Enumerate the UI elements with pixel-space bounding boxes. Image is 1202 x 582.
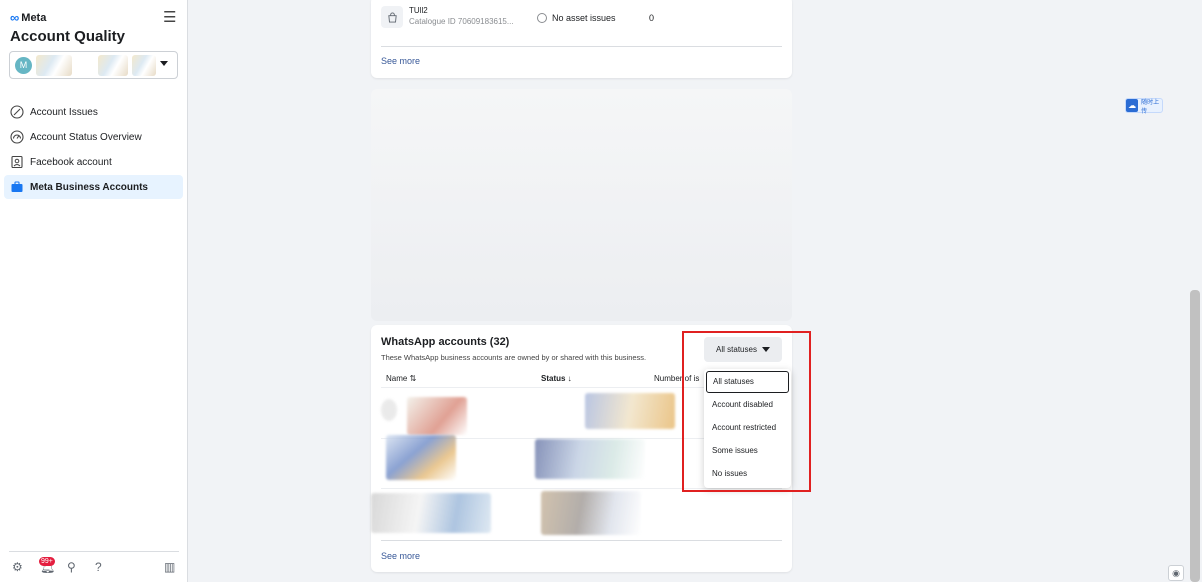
redacted-row-content	[407, 397, 467, 435]
scrollbar[interactable]	[1190, 290, 1200, 582]
status-option-disabled[interactable]: Account disabled	[706, 394, 789, 416]
redacted-account-name	[98, 55, 128, 76]
asset-status: No asset issues	[537, 13, 616, 23]
sidebar-item-facebook-account[interactable]: Facebook account	[4, 150, 183, 174]
collapse-panel-icon[interactable]: ▥	[164, 560, 175, 574]
redacted-row-content	[371, 493, 491, 533]
meta-infinity-icon: ∞	[10, 10, 20, 25]
circle-slash-icon	[9, 104, 25, 120]
catalog-card: TUll2 Catalogue ID 70609183615... No ass…	[371, 0, 792, 78]
status-option-no-issues[interactable]: No issues	[706, 463, 789, 485]
sidebar-footer: ⚙ 🔔︎ 99+ ⚲ ? ▥	[9, 551, 179, 582]
gauge-icon	[9, 129, 25, 145]
status-dropdown-menu: All statuses Account disabled Account re…	[704, 369, 791, 488]
cloud-icon: ☁	[1126, 99, 1139, 112]
asset-issue-count: 0	[649, 13, 655, 23]
redacted-account-name	[36, 55, 72, 76]
chevron-down-icon	[761, 347, 770, 352]
column-header-issues[interactable]: Number of is	[654, 374, 699, 383]
search-icon[interactable]: ⚲	[67, 560, 76, 574]
catalog-name: TUll2	[409, 6, 428, 15]
brand-name: Meta	[21, 11, 47, 24]
account-avatar: M	[15, 57, 32, 74]
redacted-row-content	[585, 393, 675, 429]
status-circle-icon	[537, 13, 547, 23]
upload-widget-label: 随时上传	[1141, 99, 1160, 115]
divider	[381, 488, 782, 489]
catalog-id: Catalogue ID 70609183615...	[409, 17, 514, 26]
status-option-all[interactable]: All statuses	[706, 371, 789, 393]
redacted-account-name	[132, 55, 156, 76]
sidebar-item-label: Facebook account	[30, 156, 112, 168]
account-selector[interactable]: M	[9, 51, 178, 79]
sidebar-item-account-issues[interactable]: Account Issues	[4, 100, 183, 124]
sidebar-item-meta-business-accounts[interactable]: Meta Business Accounts	[4, 175, 183, 199]
column-header-status[interactable]: Status ↓	[541, 374, 572, 383]
divider	[381, 540, 782, 541]
page-title: Account Quality	[10, 28, 126, 45]
loading-placeholder	[371, 89, 792, 321]
sidebar-item-account-status-overview[interactable]: Account Status Overview	[4, 125, 183, 149]
id-badge-icon	[9, 154, 25, 170]
help-icon[interactable]: ?	[95, 560, 102, 574]
status-option-restricted[interactable]: Account restricted	[706, 417, 789, 439]
redacted-row-content	[386, 435, 456, 480]
status-option-some-issues[interactable]: Some issues	[706, 440, 789, 462]
notification-badge: 99+	[39, 557, 55, 566]
upload-widget[interactable]: ☁ 随时上传	[1125, 98, 1163, 115]
gear-icon[interactable]: ⚙	[12, 560, 23, 574]
see-more-link[interactable]: See more	[381, 56, 420, 66]
redacted-row-content	[535, 439, 645, 479]
globe-icon[interactable]: ◉	[1168, 565, 1184, 581]
chevron-down-icon	[160, 61, 168, 66]
status-filter-label: All statuses	[716, 345, 757, 354]
status-filter-dropdown[interactable]: All statuses	[704, 337, 782, 362]
sidebar-item-label: Meta Business Accounts	[30, 181, 148, 193]
catalog-row[interactable]: TUll2 Catalogue ID 70609183615...	[381, 6, 514, 28]
redacted-row-content	[541, 491, 641, 535]
divider	[381, 46, 782, 47]
column-header-name[interactable]: Name ⇅	[386, 374, 416, 383]
see-more-link[interactable]: See more	[381, 551, 420, 561]
sidebar-item-label: Account Status Overview	[30, 131, 142, 143]
sidebar: ∞ Meta ☰ Account Quality M Account Issue…	[0, 0, 188, 582]
meta-logo[interactable]: ∞ Meta	[10, 10, 46, 25]
whatsapp-accounts-subtitle: These WhatsApp business accounts are own…	[381, 353, 647, 362]
sidebar-item-label: Account Issues	[30, 106, 98, 118]
briefcase-icon	[9, 179, 25, 195]
sidebar-nav: Account Issues Account Status Overview F…	[4, 100, 183, 200]
row-avatar	[381, 399, 397, 421]
shopping-bag-icon	[381, 6, 403, 28]
whatsapp-accounts-title: WhatsApp accounts (32)	[381, 336, 510, 348]
menu-icon[interactable]: ☰	[163, 8, 176, 26]
asset-status-label: No asset issues	[552, 13, 616, 23]
